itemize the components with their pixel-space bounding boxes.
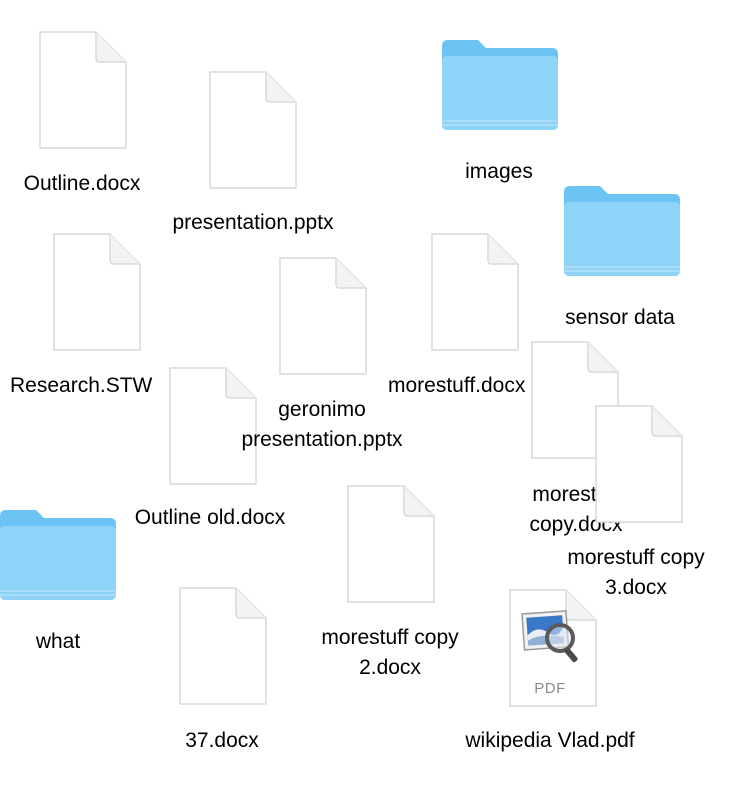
item-label: what xyxy=(35,630,81,653)
document-icon[interactable] xyxy=(34,28,130,152)
document-icon[interactable] xyxy=(342,482,438,606)
item-label: presentation.pptx xyxy=(172,211,334,234)
item-label: Research.STW xyxy=(10,374,153,397)
item-label: geronimo presentation.pptx xyxy=(241,398,403,451)
item-label: sensor data xyxy=(565,306,675,329)
item-label: morestuff copy 2.docx xyxy=(321,626,459,679)
pdf-preview-icon[interactable]: PDF xyxy=(504,586,600,710)
document-icon[interactable] xyxy=(590,402,686,526)
folder-icon[interactable] xyxy=(438,32,562,132)
item-label: wikipedia Vlad.pdf xyxy=(465,729,635,752)
pdf-badge: PDF xyxy=(534,680,566,697)
document-icon[interactable] xyxy=(48,230,144,354)
folder-icon[interactable] xyxy=(560,178,684,278)
item-label: Outline old.docx xyxy=(134,506,286,529)
folder-icon[interactable] xyxy=(0,502,120,602)
document-icon[interactable] xyxy=(174,584,270,708)
document-icon[interactable] xyxy=(204,68,300,192)
document-icon[interactable] xyxy=(274,254,370,378)
document-icon[interactable] xyxy=(426,230,522,354)
item-label: images xyxy=(465,160,533,183)
item-label: Outline.docx xyxy=(23,172,141,195)
item-label: 37.docx xyxy=(185,729,259,752)
